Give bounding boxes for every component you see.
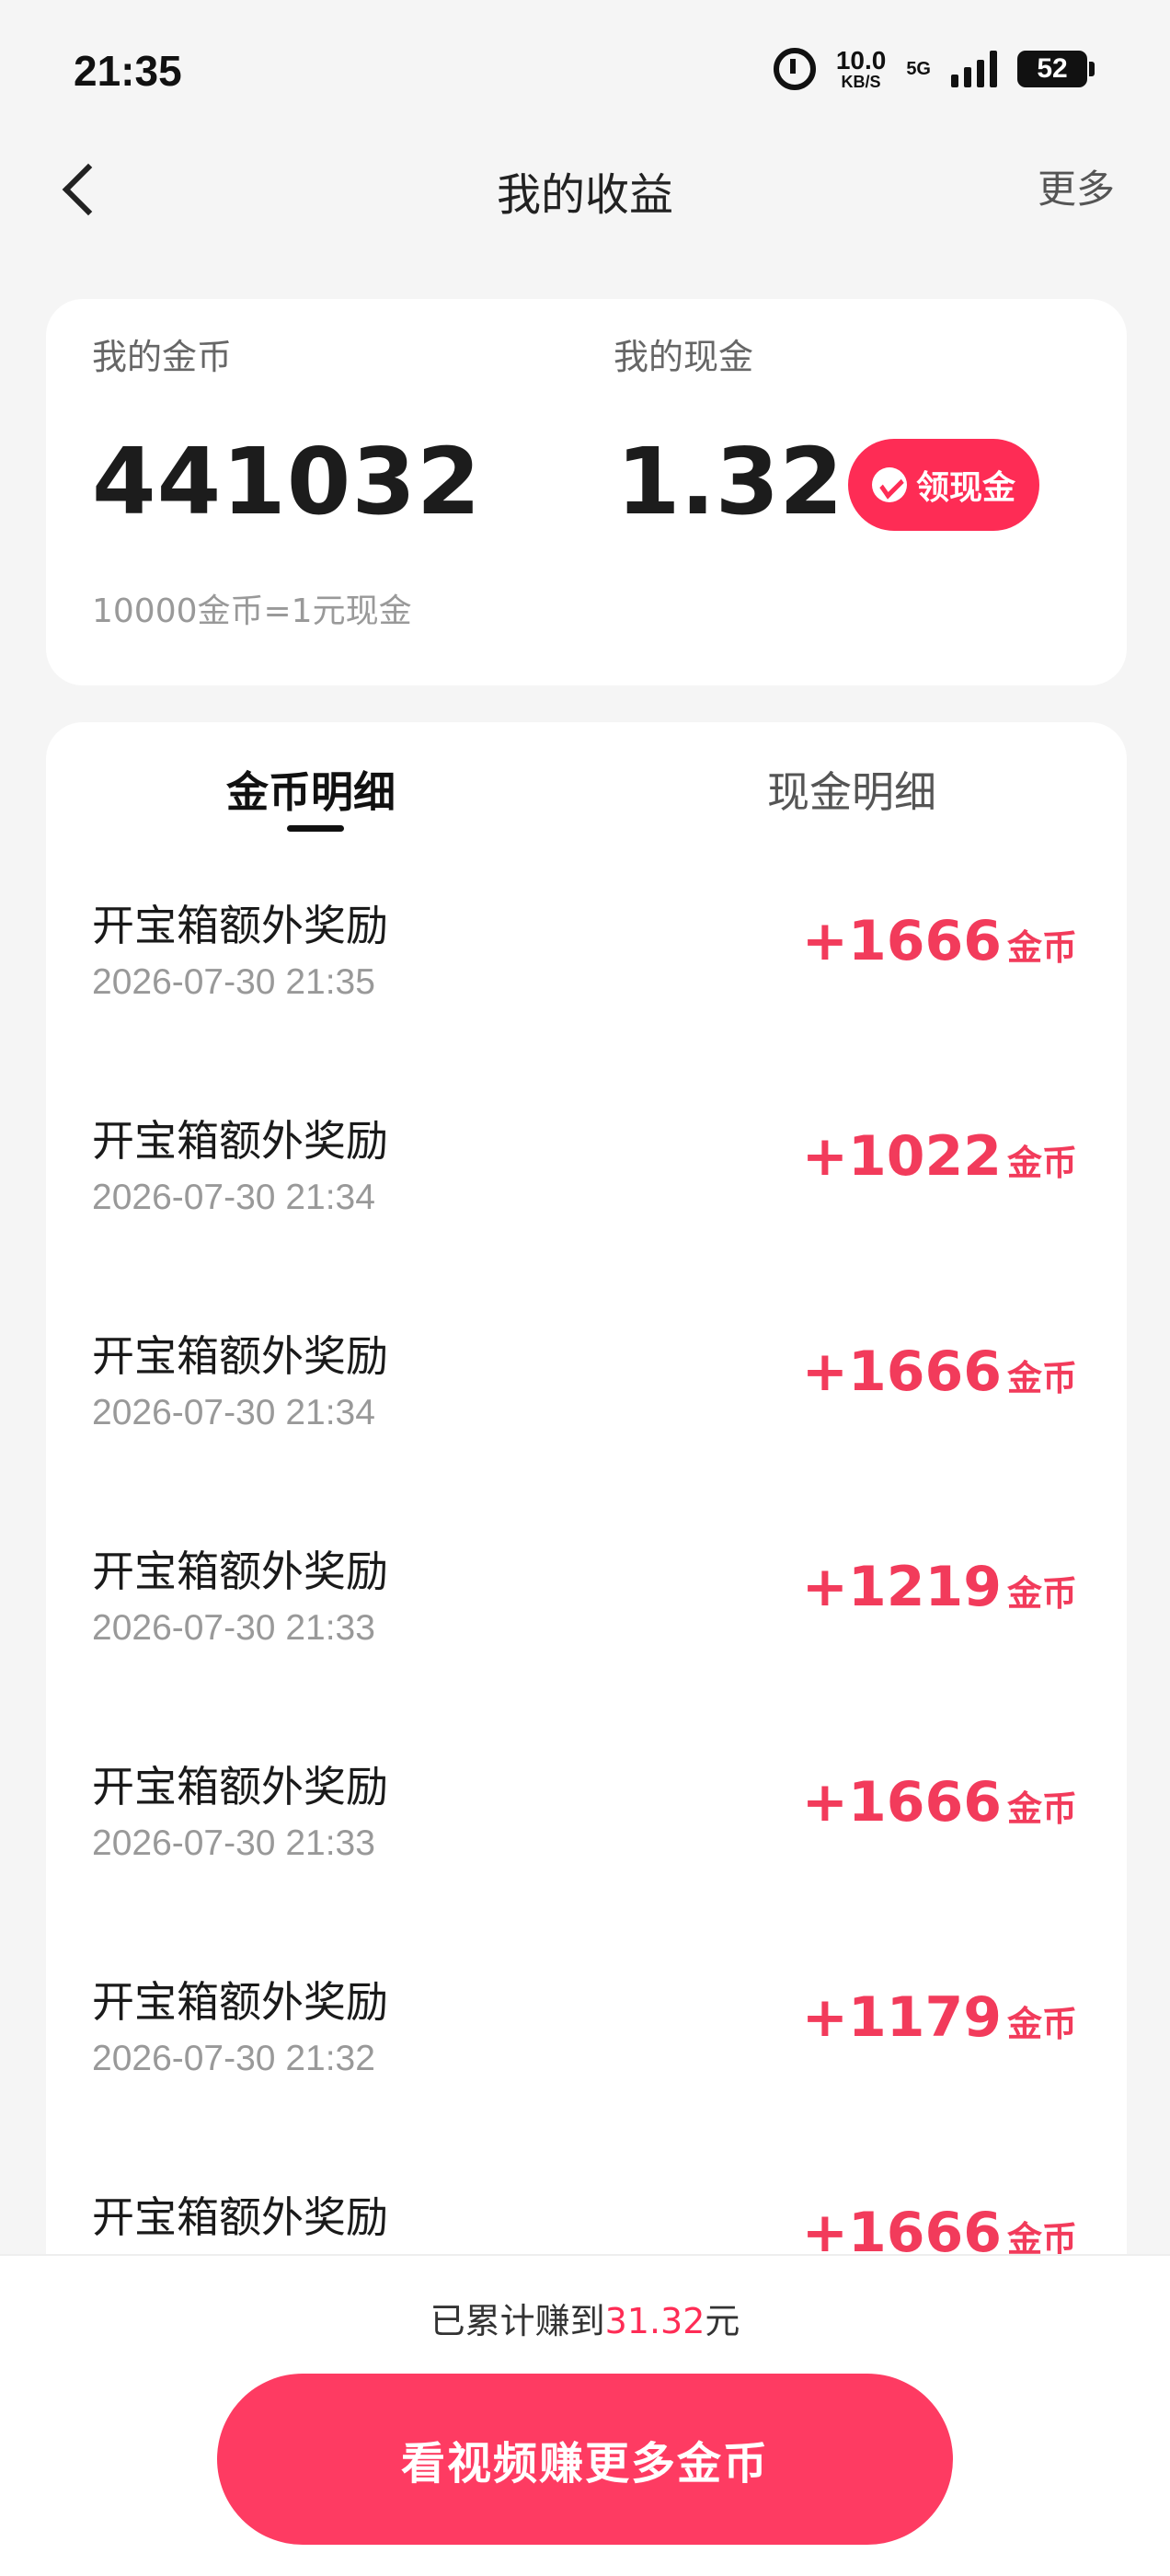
record-title: 开宝箱额外奖励 — [92, 1547, 388, 1596]
alarm-icon — [773, 48, 816, 90]
record-amount: +1666 金币 — [802, 1340, 1077, 1404]
cash-value: 1.32 — [616, 428, 843, 535]
record-time: 2026-07-30 21:35 — [92, 962, 375, 1002]
earnings-page: 21:35 10.0 KB/S 5G 52 我的收益 更多 我的金币 44103… — [0, 0, 1170, 2576]
coin-value: 441032 — [92, 428, 482, 535]
total-earned-value: 31.32 — [604, 2301, 705, 2341]
record-amount-unit: 金币 — [1006, 927, 1077, 968]
record-amount-value: +1179 — [801, 1985, 1002, 2050]
status-icons: 10.0 KB/S 5G 52 — [773, 46, 1095, 91]
withdraw-label: 领现金 — [915, 469, 1015, 507]
record-title: 开宝箱额外奖励 — [92, 1977, 388, 2027]
record-time: 2026-07-30 21:32 — [92, 2039, 375, 2078]
record-title: 开宝箱额外奖励 — [92, 2192, 388, 2242]
cash-label: 我的现金 — [614, 337, 754, 377]
record-amount: +1179 金币 — [802, 1985, 1077, 2050]
list-item: 开宝箱额外奖励 2026-07-30 21:32 +1179 金币 — [46, 1969, 1127, 2184]
status-time: 21:35 — [74, 47, 182, 95]
exchange-rate: 10000金币=1元现金 — [92, 592, 412, 630]
record-title: 开宝箱额外奖励 — [92, 1331, 388, 1381]
coin-label: 我的金币 — [92, 337, 233, 377]
total-earned-prefix: 已累计赚到 — [430, 2301, 605, 2341]
list-item: 开宝箱额外奖励 2026-07-30 21:33 +1219 金币 — [46, 1538, 1127, 1754]
status-bar: 21:35 10.0 KB/S 5G 52 — [0, 0, 1170, 147]
network-speed: 10.0 KB/S — [835, 46, 887, 91]
record-amount-unit: 金币 — [1006, 1573, 1077, 1614]
withdraw-icon — [871, 467, 907, 502]
details-card: 金币明细 现金明细 开宝箱额外奖励 2026-07-30 21:35 +1666… — [46, 722, 1127, 2286]
network-type: 5G — [906, 58, 931, 79]
list-item: 开宝箱额外奖励 2026-07-30 21:35 +1666 金币 — [46, 892, 1127, 1108]
battery-level: 52 — [1037, 53, 1068, 84]
record-amount: +1022 金币 — [802, 1124, 1077, 1189]
total-earned: 已累计赚到31.32元 — [0, 2293, 1170, 2343]
record-time: 2026-07-30 21:33 — [92, 1823, 375, 1863]
record-amount: +1666 金币 — [802, 1770, 1077, 1834]
watch-video-button[interactable]: 看视频赚更多金币 — [217, 2374, 953, 2545]
tab-coin-details[interactable]: 金币明细 — [226, 759, 396, 820]
list-item: 开宝箱额外奖励 2026-07-30 21:34 +1022 金币 — [46, 1108, 1127, 1323]
list-item: 开宝箱额外奖励 2026-07-30 21:33 +1666 金币 — [46, 1754, 1127, 1969]
record-time: 2026-07-30 21:34 — [92, 1178, 375, 1217]
record-amount-value: +1219 — [801, 1555, 1002, 1619]
record-title: 开宝箱额外奖励 — [92, 1116, 388, 1166]
record-amount-unit: 金币 — [1006, 2004, 1077, 2044]
total-earned-suffix: 元 — [705, 2301, 740, 2341]
record-amount: +1219 金币 — [802, 1555, 1077, 1619]
signal-icon — [951, 51, 997, 87]
record-time: 2026-07-30 21:34 — [92, 1393, 375, 1432]
bottom-bar: 已累计赚到31.32元 看视频赚更多金币 — [0, 2254, 1170, 2576]
tab-cash-details[interactable]: 现金明细 — [767, 759, 936, 820]
record-amount-value: +1666 — [801, 1770, 1002, 1834]
network-speed-unit: KB/S — [841, 73, 881, 91]
record-amount-value: +1666 — [801, 1340, 1002, 1404]
more-button[interactable]: 更多 — [1038, 158, 1115, 214]
record-time: 2026-07-30 21:33 — [92, 1608, 375, 1648]
record-title: 开宝箱额外奖励 — [92, 1762, 388, 1811]
record-amount-unit: 金币 — [1006, 1358, 1077, 1398]
record-amount-value: +1666 — [801, 909, 1002, 973]
network-speed-value: 10.0 — [835, 46, 887, 75]
withdraw-cash-button[interactable]: 领现金 — [848, 439, 1039, 531]
battery-icon: 52 — [1017, 51, 1095, 87]
page-title: 我的收益 — [496, 169, 673, 221]
active-tab-indicator — [287, 825, 344, 832]
list-item: 开宝箱额外奖励 2026-07-30 21:34 +1666 金币 — [46, 1323, 1127, 1538]
record-amount: +1666 金币 — [802, 909, 1077, 973]
earnings-card: 我的金币 441032 我的现金 1.32 领现金 10000金币=1元现金 — [46, 299, 1127, 685]
record-amount-unit: 金币 — [1006, 1143, 1077, 1183]
nav-bar: 我的收益 更多 — [0, 138, 1170, 239]
record-amount-unit: 金币 — [1006, 1788, 1077, 1829]
record-amount-value: +1022 — [801, 1124, 1002, 1189]
record-title: 开宝箱额外奖励 — [92, 901, 388, 950]
